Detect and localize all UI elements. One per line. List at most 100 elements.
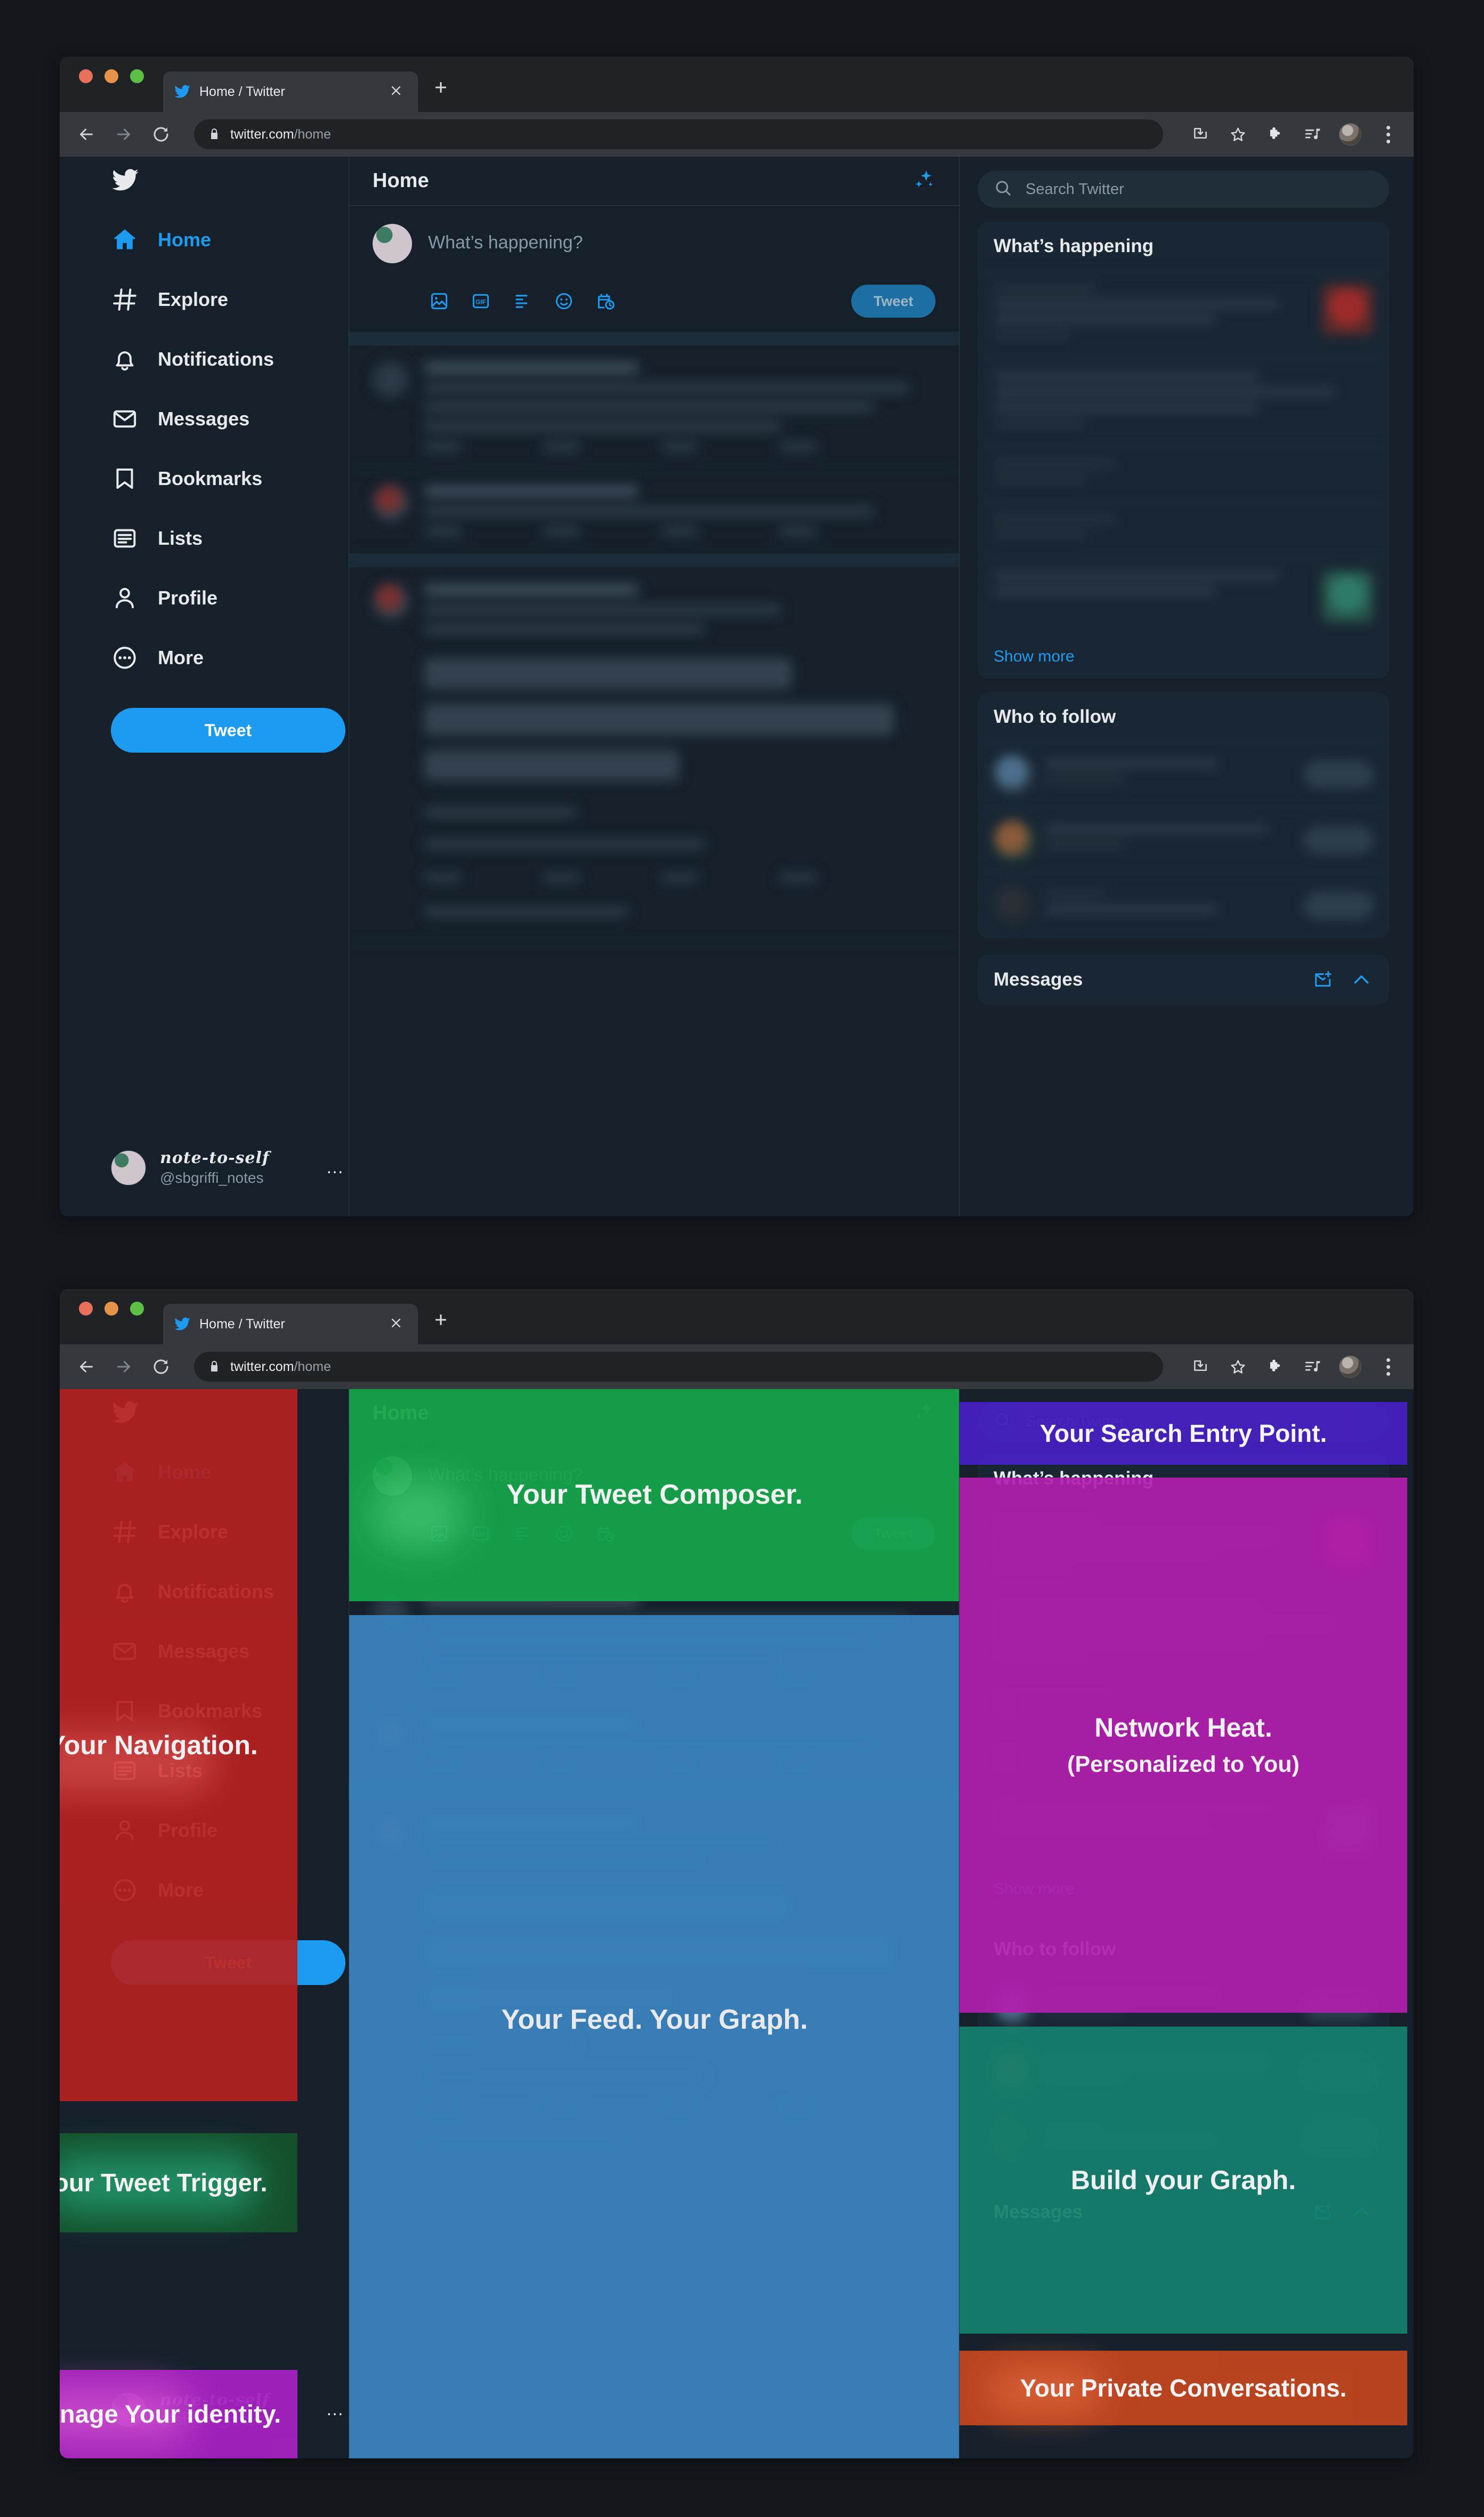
account-overflow-icon[interactable]: … xyxy=(326,2399,345,2420)
tweet-actions[interactable] xyxy=(424,872,935,883)
poll-icon[interactable] xyxy=(511,290,534,312)
close-tab-button[interactable] xyxy=(385,1314,407,1335)
schedule-icon[interactable] xyxy=(594,290,617,312)
follow-suggestion[interactable] xyxy=(978,807,1389,873)
browser-tab[interactable]: Home / Twitter xyxy=(163,71,418,112)
account-overflow-icon[interactable]: … xyxy=(326,1157,345,1178)
emoji-icon[interactable] xyxy=(553,290,575,312)
close-window-button[interactable] xyxy=(79,1302,93,1316)
tweet-composer[interactable]: What’s happening? GIF Tweet xyxy=(349,206,959,345)
sidebar-item-profile[interactable]: Profile xyxy=(111,568,349,628)
show-more-link[interactable]: Show more xyxy=(978,635,1389,679)
sidebar-item-bookmarks[interactable]: Bookmarks xyxy=(111,449,349,509)
follow-button[interactable] xyxy=(1304,892,1373,919)
profile-avatar-icon[interactable] xyxy=(1339,123,1361,146)
tweet-actions[interactable] xyxy=(424,526,935,537)
tweet-item[interactable] xyxy=(349,567,959,942)
follow-button[interactable] xyxy=(1304,826,1373,854)
timeline-header: Home xyxy=(349,157,959,206)
back-arrow-icon[interactable] xyxy=(75,1355,98,1378)
sidebar-item-label: Bookmarks xyxy=(158,467,263,489)
kebab-menu-icon[interactable] xyxy=(1377,1356,1399,1377)
extensions-puzzle-icon[interactable] xyxy=(1264,1356,1286,1377)
whats-happening-card: What’s happening xyxy=(978,222,1389,679)
sidebar-item-lists[interactable]: Lists xyxy=(111,509,349,568)
whats-happening-title: What’s happening xyxy=(994,236,1154,256)
new-tab-button[interactable] xyxy=(432,78,450,112)
account-switcher[interactable]: note-to-self @sbgriffi_notes … xyxy=(111,1149,345,1187)
tweet-item[interactable] xyxy=(349,469,959,553)
browser-tab[interactable]: Home / Twitter xyxy=(163,1304,418,1344)
tweet-actions[interactable] xyxy=(424,441,935,452)
address-bar[interactable]: twitter.com/home xyxy=(194,1352,1163,1382)
sidebar-item-label: Home xyxy=(158,229,212,251)
sparkle-icon[interactable] xyxy=(912,168,935,194)
envelope-icon xyxy=(111,405,139,433)
tweet-input[interactable]: What’s happening? xyxy=(428,224,583,253)
search-icon xyxy=(994,179,1013,200)
media-control-icon[interactable] xyxy=(1302,1356,1323,1377)
window-traffic-lights[interactable] xyxy=(79,1289,144,1344)
more-circle-icon xyxy=(111,644,139,672)
twitter-logo-row[interactable] xyxy=(111,157,349,206)
search-input[interactable]: Search Twitter xyxy=(978,171,1389,208)
twitter-app-annotated: Home Explore Notifications Messages xyxy=(60,1389,1414,2458)
minimize-window-button[interactable] xyxy=(104,69,118,83)
profile-avatar-icon[interactable] xyxy=(1339,1356,1361,1378)
download-icon[interactable] xyxy=(1190,124,1211,145)
trend-item[interactable] xyxy=(978,558,1389,635)
gif-icon[interactable]: GIF xyxy=(470,290,492,312)
trend-item[interactable] xyxy=(978,502,1389,558)
new-message-icon[interactable] xyxy=(1311,968,1335,991)
maximize-window-button[interactable] xyxy=(130,69,144,83)
bookmark-star-icon[interactable] xyxy=(1227,124,1248,145)
sidebar-item-notifications[interactable]: Notifications xyxy=(111,329,349,389)
new-tab-button[interactable] xyxy=(432,1311,450,1344)
search-placeholder: Search Twitter xyxy=(1026,180,1124,198)
image-icon[interactable] xyxy=(428,290,450,312)
avatar xyxy=(373,583,409,619)
close-window-button[interactable] xyxy=(79,69,93,83)
trend-item[interactable] xyxy=(978,447,1389,502)
messages-dock[interactable]: Messages xyxy=(978,954,1389,1005)
screenshot-root: Home / Twitter twitter.com/home Home Exp… xyxy=(0,0,1484,2517)
close-tab-button[interactable] xyxy=(385,82,407,102)
download-icon[interactable] xyxy=(1190,1356,1211,1377)
annotation-composer: Your Tweet Composer. xyxy=(349,1389,959,1601)
trend-item[interactable] xyxy=(978,271,1389,358)
annotation-navigation: Your Navigation. xyxy=(60,1389,297,2101)
composer-tweet-button[interactable]: Tweet xyxy=(851,285,935,318)
reload-icon[interactable] xyxy=(149,1355,173,1378)
follow-suggestion[interactable] xyxy=(978,873,1389,938)
forward-arrow-icon[interactable] xyxy=(112,123,135,146)
sidebar-item-home[interactable]: Home xyxy=(111,210,349,270)
sidebar-item-messages[interactable]: Messages xyxy=(111,389,349,449)
extensions-puzzle-icon[interactable] xyxy=(1264,124,1286,145)
trend-item[interactable] xyxy=(978,358,1389,447)
right-sidebar: Search Twitter What’s happening xyxy=(959,1389,1407,2458)
tweet-item[interactable] xyxy=(349,345,959,469)
sidebar-item-label: Profile xyxy=(158,587,218,609)
back-arrow-icon[interactable] xyxy=(75,123,98,146)
media-control-icon[interactable] xyxy=(1302,124,1323,145)
reload-icon[interactable] xyxy=(149,123,173,146)
address-bar[interactable]: twitter.com/home xyxy=(194,119,1163,149)
bookmark-star-icon[interactable] xyxy=(1227,1356,1248,1377)
forward-arrow-icon[interactable] xyxy=(112,1355,135,1378)
trend-body xyxy=(994,571,1311,622)
chevron-up-icon[interactable] xyxy=(1350,968,1373,991)
follow-button[interactable] xyxy=(1304,761,1373,788)
url-path: /home xyxy=(294,126,331,142)
annotation-private-conversations: Your Private Conversations. xyxy=(959,2351,1407,2425)
kebab-menu-icon[interactable] xyxy=(1377,124,1399,145)
compose-tweet-button[interactable]: Tweet xyxy=(111,708,345,753)
avatar xyxy=(373,485,409,521)
sidebar-item-more[interactable]: More xyxy=(111,628,349,688)
browser-window-plain: Home / Twitter twitter.com/home Home Exp… xyxy=(60,57,1414,1216)
window-traffic-lights[interactable] xyxy=(79,57,144,112)
twitter-favicon-icon xyxy=(174,1316,191,1333)
minimize-window-button[interactable] xyxy=(104,1302,118,1316)
maximize-window-button[interactable] xyxy=(130,1302,144,1316)
sidebar-item-explore[interactable]: Explore xyxy=(111,270,349,329)
follow-suggestion[interactable] xyxy=(978,741,1389,807)
